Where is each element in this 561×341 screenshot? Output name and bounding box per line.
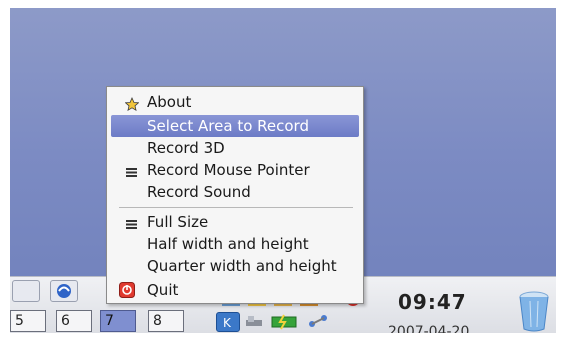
pager-desktop-5[interactable]: 5	[10, 310, 46, 332]
quit-icon	[119, 282, 135, 298]
pager-desktop-6[interactable]: 6	[56, 310, 92, 332]
pager-desktop-8[interactable]: 8	[148, 310, 184, 332]
menu-item-record-mouse-pointer[interactable]: Record Mouse Pointer	[111, 159, 359, 181]
network-icon[interactable]	[244, 312, 266, 330]
star-icon	[124, 95, 140, 112]
kde-launcher-icon[interactable]: K	[216, 312, 240, 332]
svg-text:K: K	[223, 316, 232, 330]
menu-item-half-size[interactable]: Half width and height	[111, 233, 359, 255]
desktop-background: 5 6 7 8 K 09:47 2007-04-20 About Select …	[10, 8, 556, 333]
pager-desktop-7[interactable]: 7	[100, 310, 136, 332]
menu-separator	[119, 207, 353, 208]
clock-time[interactable]: 09:47	[398, 290, 467, 314]
connections-icon[interactable]	[306, 312, 332, 330]
menu-item-quarter-size[interactable]: Quarter width and height	[111, 255, 359, 277]
menu-item-about[interactable]: About	[111, 91, 359, 113]
browser-icon[interactable]	[50, 280, 78, 302]
checkmark-lines-icon	[125, 163, 139, 177]
menu-item-record-3d[interactable]: Record 3D	[111, 137, 359, 159]
trash-icon[interactable]	[518, 291, 550, 333]
battery-icon[interactable]	[270, 312, 300, 330]
anchor-icon[interactable]	[12, 280, 40, 302]
checkmark-lines-icon	[125, 215, 139, 229]
menu-item-quit[interactable]: Quit	[111, 279, 359, 301]
menu-item-full-size[interactable]: Full Size	[111, 211, 359, 233]
menu-item-select-area[interactable]: Select Area to Record	[111, 115, 359, 137]
context-menu: About Select Area to Record Record 3D Re…	[106, 86, 364, 304]
clock-date[interactable]: 2007-04-20	[388, 324, 469, 333]
menu-item-record-sound[interactable]: Record Sound	[111, 181, 359, 203]
